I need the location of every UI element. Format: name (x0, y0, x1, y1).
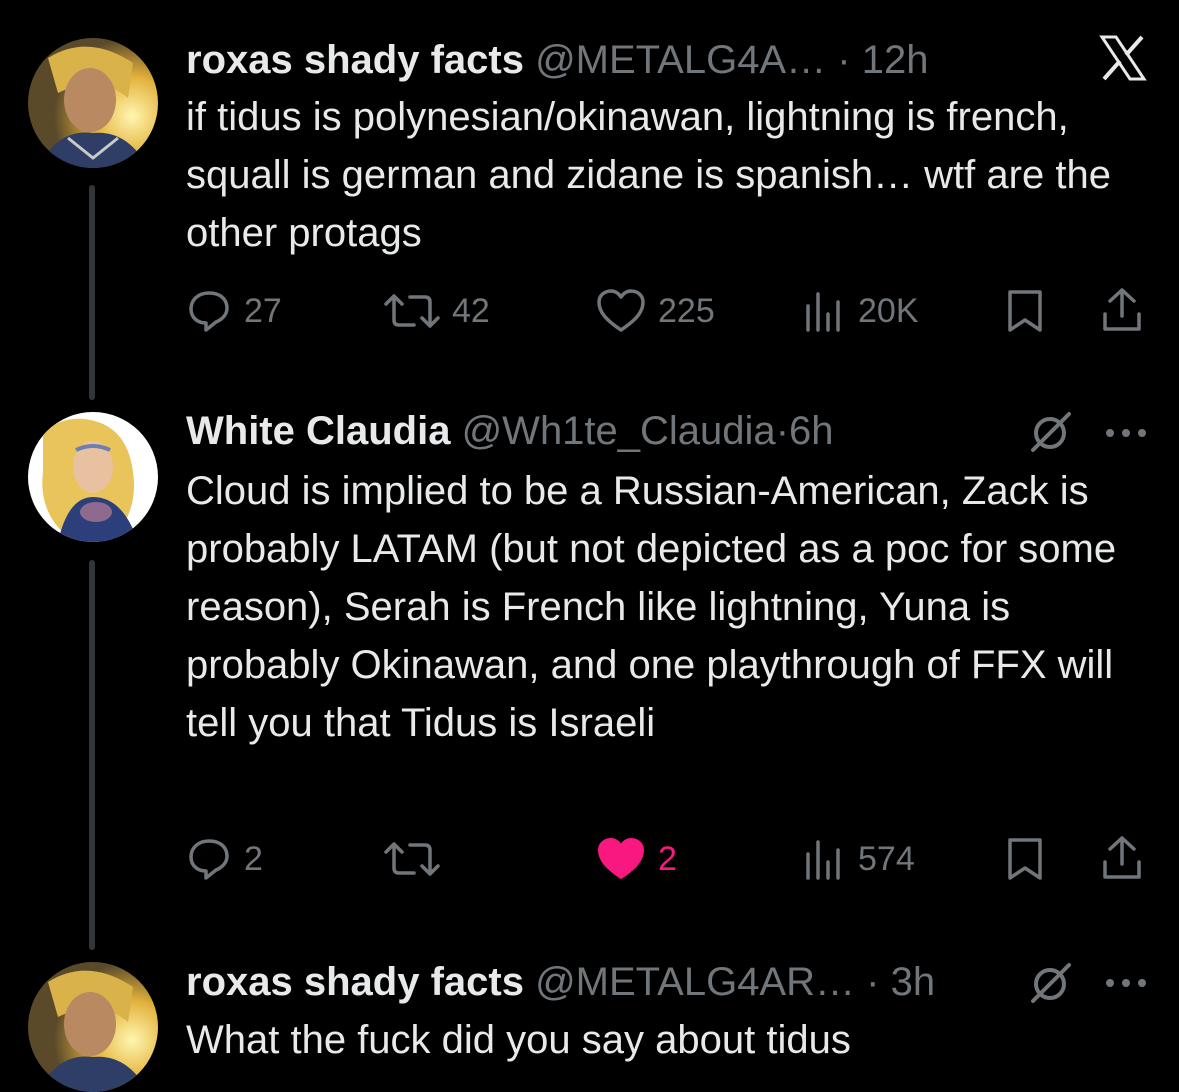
reply-count: 2 (244, 839, 263, 878)
bookmark-button[interactable] (1005, 836, 1045, 882)
avatar-roxas[interactable] (28, 962, 158, 1092)
repost-button[interactable] (384, 836, 452, 882)
reply-icon (186, 836, 232, 882)
repost-button[interactable]: 42 (384, 288, 490, 334)
bookmark-icon (1005, 836, 1045, 882)
views-icon (802, 836, 846, 882)
handle[interactable]: @Wh1te_Claudia (462, 409, 776, 453)
post-header-3: roxas shady facts @METALG4AR… · 3h (186, 958, 935, 1006)
avatar-white-claudia[interactable] (28, 412, 158, 542)
like-button[interactable]: 225 (596, 288, 715, 334)
repost-icon (384, 836, 440, 882)
views-count: 20K (858, 291, 919, 330)
repost-count: 42 (452, 291, 490, 330)
post-text-3: What the fuck did you say about tidus (186, 1018, 851, 1062)
more-icon[interactable] (1104, 426, 1148, 445)
grok-icon[interactable] (1027, 410, 1073, 461)
separator: · (866, 960, 880, 1004)
post-header-2: White Claudia @Wh1te_Claudia·6h (186, 407, 834, 455)
like-count: 225 (658, 291, 715, 330)
timestamp[interactable]: 3h (891, 960, 936, 1004)
post-text-2: Cloud is implied to be a Russian-America… (186, 469, 1117, 745)
timestamp[interactable]: 12h (862, 38, 929, 82)
timestamp[interactable]: 6h (789, 409, 834, 453)
handle[interactable]: @METALG4AR… (535, 960, 855, 1004)
share-button[interactable] (1100, 834, 1144, 882)
like-icon (596, 288, 646, 334)
thread-line-2 (89, 560, 95, 950)
avatar-roxas[interactable] (28, 38, 158, 168)
x-logo-icon[interactable] (1098, 33, 1148, 88)
repost-icon (384, 288, 440, 334)
views-button[interactable]: 574 (802, 836, 915, 882)
reply-count: 27 (244, 291, 282, 330)
separator: · (837, 38, 851, 82)
more-icon[interactable] (1104, 976, 1148, 995)
grok-icon[interactable] (1027, 961, 1073, 1012)
thread-line-1 (89, 185, 95, 400)
views-count: 574 (858, 839, 915, 878)
separator: · (775, 409, 790, 453)
share-button[interactable] (1100, 286, 1144, 334)
like-button-active[interactable]: 2 (596, 836, 677, 882)
display-name[interactable]: roxas shady facts (186, 38, 524, 82)
share-icon (1100, 834, 1144, 882)
display-name[interactable]: roxas shady facts (186, 960, 524, 1004)
like-count: 2 (658, 839, 677, 878)
bookmark-button[interactable] (1005, 288, 1045, 334)
views-icon (802, 288, 846, 334)
bookmark-icon (1005, 288, 1045, 334)
like-icon (596, 836, 646, 882)
reply-button[interactable]: 2 (186, 836, 263, 882)
views-button[interactable]: 20K (802, 288, 919, 334)
post-text-1: if tidus is polynesian/okinawan, lightni… (186, 95, 1111, 255)
handle[interactable]: @METALG4A… (535, 38, 826, 82)
share-icon (1100, 286, 1144, 334)
display-name[interactable]: White Claudia (186, 409, 450, 453)
post-header-1: roxas shady facts @METALG4A… · 12h (186, 36, 928, 84)
reply-icon (186, 288, 232, 334)
reply-button[interactable]: 27 (186, 288, 282, 334)
